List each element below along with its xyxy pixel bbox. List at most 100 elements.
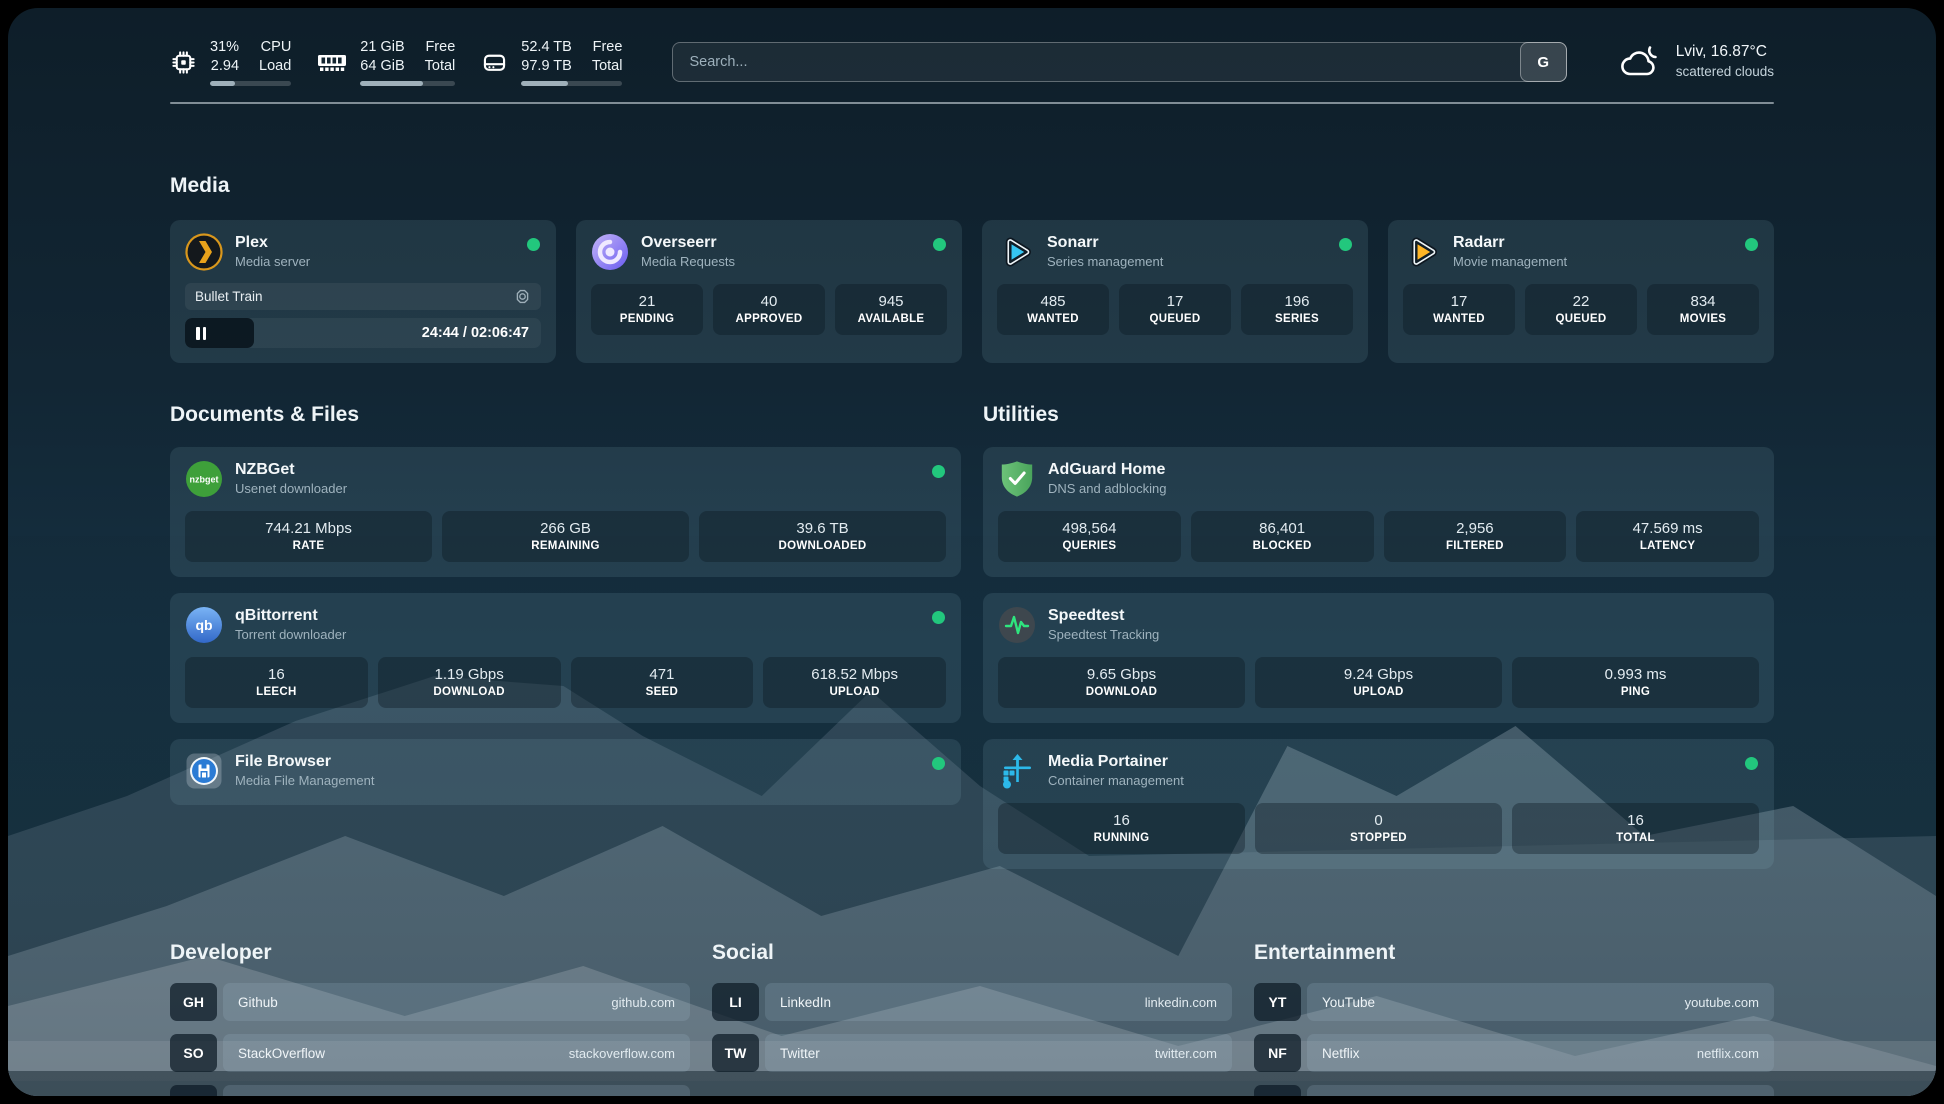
- status-dot: [932, 465, 945, 478]
- cloud-moon-icon: [1617, 43, 1663, 81]
- stat-box: 9.24 GbpsUPLOAD: [1255, 657, 1502, 708]
- sonarr-icon: [997, 233, 1035, 271]
- social-section-title: Social: [712, 941, 1232, 965]
- utilities-section-title: Utilities: [983, 403, 1774, 427]
- bookmark-linkedin[interactable]: LI LinkedInlinkedin.com: [712, 983, 1232, 1021]
- app-subtitle: Series management: [1047, 254, 1163, 271]
- bookmark-abbr: NF: [1254, 1034, 1301, 1072]
- pause-button[interactable]: [196, 327, 206, 340]
- qbittorrent-card[interactable]: qb qBittorrent Torrent downloader 16LEEC…: [170, 593, 961, 723]
- status-dot: [932, 611, 945, 624]
- app-subtitle: DNS and adblocking: [1048, 481, 1167, 498]
- top-divider: [170, 102, 1774, 104]
- stat-box: 22QUEUED: [1525, 284, 1637, 335]
- bookmark-name: Netflix: [1322, 1046, 1360, 1061]
- weather-location: Lviv, 16.87°C: [1676, 42, 1774, 63]
- search-engine-button[interactable]: G: [1520, 42, 1567, 82]
- storage-monitor: 52.4 TB97.9 TB FreeTotal: [481, 38, 622, 87]
- nzbget-card[interactable]: nzbget NZBGet Usenet downloader 744.21 M…: [170, 447, 961, 577]
- developer-section-title: Developer: [170, 941, 690, 965]
- bookmark-github[interactable]: GH Githubgithub.com: [170, 983, 690, 1021]
- stat-box: 47.569 msLATENCY: [1576, 511, 1759, 562]
- overseerr-card[interactable]: Overseerr Media Requests 21PENDING 40APP…: [576, 220, 962, 363]
- stat-box: 471SEED: [571, 657, 754, 708]
- weather-widget: Lviv, 16.87°C scattered clouds: [1617, 42, 1774, 81]
- section-social: Social LI LinkedInlinkedin.com TW Twitte…: [712, 941, 1232, 1085]
- app-subtitle: Movie management: [1453, 254, 1567, 271]
- playback-progress-bar: 24:44 / 02:06:47: [185, 318, 541, 348]
- app-name: Overseerr: [641, 233, 735, 254]
- section-developer: Developer GH Githubgithub.com SO StackOv…: [170, 941, 690, 1096]
- filebrowser-icon: [185, 752, 223, 790]
- stat-box: 834MOVIES: [1647, 284, 1759, 335]
- filebrowser-card[interactable]: File Browser Media File Management: [170, 739, 961, 805]
- status-dot: [1745, 238, 1758, 251]
- stat-box: 16TOTAL: [1512, 803, 1759, 854]
- qbittorrent-icon: qb: [185, 606, 223, 644]
- overseerr-icon: [591, 233, 629, 271]
- bookmark-reddit[interactable]: RE Redditreddit.com: [1254, 1085, 1774, 1096]
- radarr-icon: [1403, 233, 1441, 271]
- now-playing-title: Bullet Train: [195, 289, 263, 304]
- bookmark-name: YouTube: [1322, 995, 1375, 1010]
- storage-labels: FreeTotal: [592, 38, 623, 76]
- section-utilities: Utilities AdGuard Home DNS and adblockin…: [983, 403, 1774, 885]
- stat-box: 40APPROVED: [713, 284, 825, 335]
- adguard-card[interactable]: AdGuard Home DNS and adblocking 498,564Q…: [983, 447, 1774, 577]
- bookmark-stackoverflow[interactable]: SO StackOverflowstackoverflow.com: [170, 1034, 690, 1072]
- playback-time: 24:44 / 02:06:47: [422, 325, 529, 341]
- speedtest-card[interactable]: Speedtest Speedtest Tracking 9.65 GbpsDO…: [983, 593, 1774, 723]
- app-subtitle: Usenet downloader: [235, 481, 347, 498]
- app-name: Plex: [235, 233, 310, 254]
- cpu-values: 31%2.94: [210, 38, 239, 76]
- status-dot: [932, 757, 945, 770]
- ram-icon: [317, 51, 347, 73]
- weather-condition: scattered clouds: [1676, 63, 1774, 81]
- media-section-title: Media: [170, 174, 1774, 198]
- app-subtitle: Media server: [235, 254, 310, 271]
- sonarr-card[interactable]: Sonarr Series management 485WANTED 17QUE…: [982, 220, 1368, 363]
- memory-values: 21 GiB64 GiB: [360, 38, 404, 76]
- svg-text:qb: qb: [195, 617, 212, 633]
- search-input[interactable]: [672, 42, 1566, 82]
- app-subtitle: Container management: [1048, 773, 1184, 790]
- stat-box: 86,401BLOCKED: [1191, 511, 1374, 562]
- app-subtitle: Media Requests: [641, 254, 735, 271]
- stat-box: 945AVAILABLE: [835, 284, 947, 335]
- stat-box: 39.6 TBDOWNLOADED: [699, 511, 946, 562]
- app-name: Sonarr: [1047, 233, 1163, 254]
- section-entertainment: Entertainment YT YouTubeyoutube.com NF N…: [1254, 941, 1774, 1096]
- cpu-progress-bar: [210, 81, 291, 86]
- bookmark-url: stackoverflow.com: [569, 1046, 675, 1061]
- stat-box: 618.52 MbpsUPLOAD: [763, 657, 946, 708]
- app-name: NZBGet: [235, 460, 347, 481]
- bookmark-abbr: TW: [712, 1034, 759, 1072]
- bookmark-dev[interactable]: DT DEVdev.to: [170, 1085, 690, 1096]
- dashboard-window: 31%2.94 CPULoad: [8, 8, 1936, 1096]
- portainer-card[interactable]: Media Portainer Container management 16R…: [983, 739, 1774, 869]
- hard-drive-icon: [481, 49, 508, 76]
- entertainment-section-title: Entertainment: [1254, 941, 1774, 965]
- section-documents: Documents & Files nzbget NZBGet Usenet d…: [170, 403, 961, 821]
- bookmark-netflix[interactable]: NF Netflixnetflix.com: [1254, 1034, 1774, 1072]
- bookmark-name: LinkedIn: [780, 995, 831, 1010]
- search-bar: G: [672, 42, 1566, 82]
- status-dot: [933, 238, 946, 251]
- plex-icon: [185, 233, 223, 271]
- app-subtitle: Media File Management: [235, 773, 374, 790]
- memory-labels: FreeTotal: [425, 38, 456, 76]
- bookmark-twitter[interactable]: TW Twittertwitter.com: [712, 1034, 1232, 1072]
- plex-card[interactable]: Plex Media server Bullet Train: [170, 220, 556, 363]
- radarr-card[interactable]: Radarr Movie management 17WANTED 22QUEUE…: [1388, 220, 1774, 363]
- stat-box: 485WANTED: [997, 284, 1109, 335]
- settings-icon[interactable]: [514, 288, 531, 305]
- stat-box: 266 GBREMAINING: [442, 511, 689, 562]
- section-media: Media Plex Media server: [170, 174, 1774, 363]
- now-playing-title-row: Bullet Train: [185, 283, 541, 310]
- stat-box: 744.21 MbpsRATE: [185, 511, 432, 562]
- bookmark-abbr: RE: [1254, 1085, 1301, 1096]
- bookmark-name: Github: [238, 995, 278, 1010]
- stat-box: 9.65 GbpsDOWNLOAD: [998, 657, 1245, 708]
- app-name: File Browser: [235, 752, 374, 773]
- bookmark-youtube[interactable]: YT YouTubeyoutube.com: [1254, 983, 1774, 1021]
